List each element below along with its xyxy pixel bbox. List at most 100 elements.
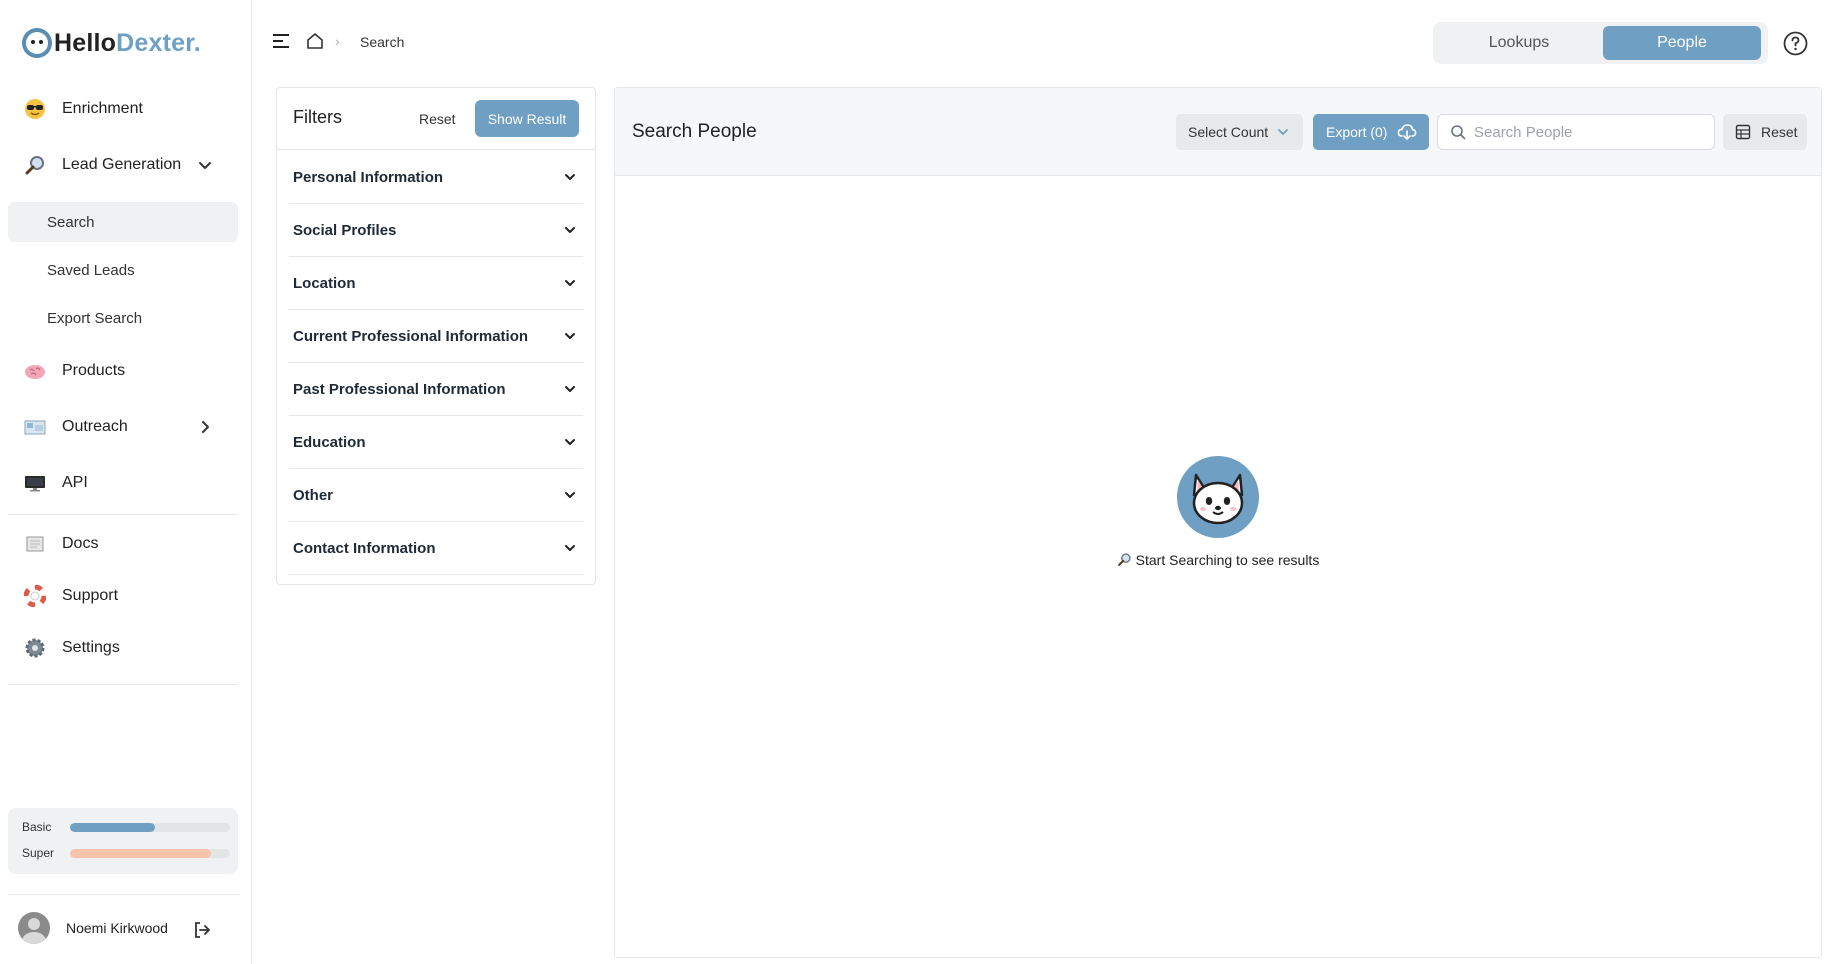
sidebar-item-label: Outreach	[62, 418, 128, 435]
empty-state: Start Searching to see results	[615, 456, 1821, 568]
brain-emoji-icon	[24, 360, 46, 382]
home-icon[interactable]	[305, 31, 325, 51]
sidebar-item-label: Support	[62, 587, 119, 604]
sidebar-item-label: Products	[62, 362, 126, 379]
filter-section-location[interactable]: Location	[289, 257, 583, 310]
sidebar-item-label: Enrichment	[62, 100, 143, 117]
sidebar-subitem-label: Saved Leads	[47, 261, 135, 279]
sidebar-item-docs[interactable]: Docs	[24, 526, 228, 562]
sidebar-item-support[interactable]: Support	[24, 578, 228, 614]
filter-section-contact-information[interactable]: Contact Information	[289, 522, 583, 575]
filter-section-label: Location	[293, 274, 356, 292]
search-people-input[interactable]	[1474, 123, 1694, 141]
gear-emoji-icon	[24, 637, 46, 659]
sidebar: Hello Dexter. Enrichment Lead Generation …	[0, 0, 252, 964]
chevron-down-icon	[565, 174, 575, 180]
chevron-down-icon	[565, 492, 575, 498]
sidebar-item-api[interactable]: API	[24, 465, 228, 501]
breadcrumb-separator-icon: ›	[335, 33, 340, 49]
sidebar-item-label: API	[62, 474, 88, 491]
user-profile[interactable]: Noemi Kirkwood	[18, 912, 228, 944]
lifebuoy-emoji-icon	[24, 585, 46, 607]
filter-section-label: Contact Information	[293, 539, 436, 557]
export-button[interactable]: Export (0)	[1313, 114, 1429, 150]
filter-section-label: Education	[293, 433, 366, 451]
breadcrumb-current: Search	[360, 34, 405, 50]
sidebar-item-label: Lead Generation	[62, 156, 182, 173]
user-name: Noemi Kirkwood	[66, 920, 168, 936]
monitor-emoji-icon	[24, 472, 46, 494]
chevron-right-icon[interactable]	[196, 418, 214, 436]
filters-panel: Filters Reset Show Result Personal Infor…	[276, 87, 596, 585]
cloud-download-icon	[1397, 124, 1417, 140]
reset-columns-button[interactable]: Reset	[1723, 114, 1807, 150]
results-header: Search People Select Count Export (0) Re…	[615, 88, 1821, 176]
app: Hello Dexter. Enrichment Lead Generation …	[0, 0, 1844, 964]
sidebar-subitem-saved-leads[interactable]: Saved Leads	[8, 250, 238, 290]
menu-toggle-icon[interactable]	[272, 33, 290, 49]
sidebar-item-outreach[interactable]: Outreach	[24, 409, 228, 445]
sidebar-item-lead-generation[interactable]: Lead Generation	[24, 147, 228, 183]
sidebar-subitem-label: Search	[47, 213, 95, 231]
map-emoji-icon	[24, 416, 46, 438]
chevron-down-icon	[565, 439, 575, 445]
user-divider	[8, 894, 240, 895]
chevron-down-icon	[565, 280, 575, 286]
logo-text-hello: Hello	[54, 28, 117, 57]
sidebar-subitem-label: Export Search	[47, 309, 143, 327]
credit-basic-fill	[70, 822, 155, 832]
select-count-label: Select Count	[1188, 124, 1269, 140]
credit-basic: Basic	[22, 820, 232, 834]
show-result-button[interactable]: Show Result	[475, 100, 579, 137]
select-count-dropdown[interactable]: Select Count	[1176, 114, 1303, 150]
sidebar-item-settings[interactable]: Settings	[24, 630, 228, 666]
credit-super-label: Super	[22, 846, 55, 860]
filter-section-social-profiles[interactable]: Social Profiles	[289, 204, 583, 257]
avatar[interactable]	[18, 912, 50, 944]
sidebar-item-products[interactable]: Products	[24, 353, 228, 389]
empty-message-text: Start Searching to see results	[1135, 552, 1320, 568]
credit-super: Super	[22, 846, 232, 860]
filter-section-past-professional-information[interactable]: Past Professional Information	[289, 363, 583, 416]
help-icon[interactable]	[1783, 31, 1808, 56]
sidebar-divider	[8, 684, 238, 685]
filter-section-label: Other	[293, 486, 334, 504]
sidebar-divider	[8, 514, 238, 515]
filter-section-other[interactable]: Other	[289, 469, 583, 522]
filters-title: Filters	[293, 107, 342, 127]
filter-section-label: Past Professional Information	[293, 380, 506, 398]
book-emoji-icon	[24, 533, 46, 555]
search-people-field[interactable]	[1437, 114, 1715, 150]
empty-message: Start Searching to see results	[615, 552, 1821, 568]
view-toggle: Lookups People	[1433, 22, 1768, 64]
search-icon	[1451, 125, 1466, 140]
tab-people[interactable]: People	[1603, 26, 1761, 60]
sidebar-subitem-export-search[interactable]: Export Search	[8, 298, 238, 338]
logo[interactable]: Hello Dexter.	[22, 28, 201, 58]
sidebar-item-label: Docs	[62, 535, 99, 552]
credit-basic-bar	[70, 822, 230, 832]
filter-section-education[interactable]: Education	[289, 416, 583, 469]
chevron-down-icon[interactable]	[196, 156, 214, 174]
logo-text-dexter: Dexter.	[116, 28, 201, 57]
credit-super-bar	[70, 848, 230, 858]
dog-mascot-icon	[1177, 456, 1259, 538]
filter-section-label: Social Profiles	[293, 221, 397, 239]
chevron-down-icon	[1278, 129, 1288, 136]
logout-icon[interactable]	[192, 920, 212, 940]
sidebar-item-label: Settings	[62, 639, 120, 656]
credits-panel: Basic Super	[8, 808, 238, 874]
dog-logo-icon	[22, 28, 52, 58]
results-title: Search People	[632, 121, 757, 142]
filter-section-label: Current Professional Information	[293, 327, 529, 345]
results-panel: Search People Select Count Export (0) Re…	[614, 87, 1822, 958]
sidebar-item-enrichment[interactable]: Enrichment	[24, 91, 228, 127]
sunglasses-emoji-icon	[24, 98, 46, 120]
sidebar-subitem-search[interactable]: Search	[8, 202, 238, 242]
tab-lookups[interactable]: Lookups	[1440, 26, 1598, 60]
chevron-down-icon	[565, 227, 575, 233]
filter-section-personal-information[interactable]: Personal Information	[289, 151, 583, 204]
filter-section-label: Personal Information	[293, 168, 444, 186]
filters-reset-button[interactable]: Reset	[419, 111, 456, 127]
filter-section-current-professional-information[interactable]: Current Professional Information	[289, 310, 583, 363]
